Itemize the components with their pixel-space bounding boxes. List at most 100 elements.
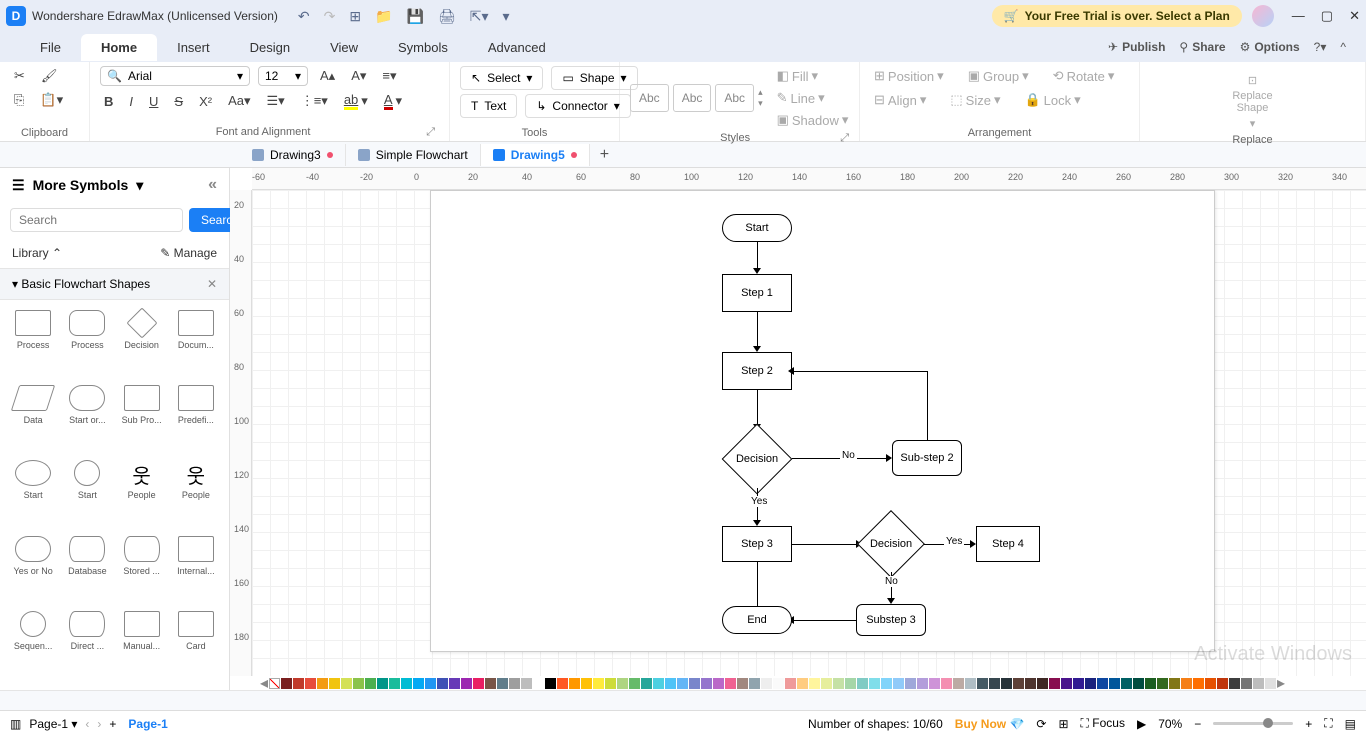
shape-step3[interactable]: Step 3 (722, 526, 792, 562)
category-toggle[interactable]: ▾ Basic Flowchart Shapes (12, 277, 150, 291)
color-swatch[interactable] (797, 678, 808, 689)
shape-stencil[interactable]: Sequen... (8, 611, 58, 680)
close-button[interactable]: ✕ (1349, 8, 1360, 24)
zoom-out[interactable]: − (1194, 717, 1201, 731)
zoom-slider[interactable] (1213, 722, 1293, 725)
connector[interactable] (757, 242, 758, 270)
color-swatch[interactable] (833, 678, 844, 689)
connector[interactable] (927, 371, 928, 440)
connector[interactable] (757, 390, 758, 428)
color-swatch[interactable] (617, 678, 628, 689)
menu-design[interactable]: Design (230, 34, 310, 61)
color-swatch[interactable] (1133, 678, 1144, 689)
shape-stencil[interactable]: Decision (117, 310, 167, 379)
position-button[interactable]: ⊞ Position▾ (870, 66, 948, 86)
color-swatch[interactable] (353, 678, 364, 689)
color-swatch[interactable] (701, 678, 712, 689)
share-button[interactable]: ⚲ Share (1179, 40, 1225, 54)
color-swatch[interactable] (1073, 678, 1084, 689)
focus-mode[interactable]: ⛶ Focus (1081, 716, 1125, 731)
shape-stencil[interactable]: Manual... (117, 611, 167, 680)
color-swatch[interactable] (1181, 678, 1192, 689)
connector[interactable] (792, 620, 856, 621)
format-painter[interactable]: 🖌 (37, 66, 62, 86)
color-swatch[interactable] (1169, 678, 1180, 689)
size-button[interactable]: ⬚ Size▾ (946, 90, 1004, 110)
color-swatch[interactable] (1217, 678, 1228, 689)
color-swatch[interactable] (929, 678, 940, 689)
color-swatch[interactable] (1121, 678, 1132, 689)
color-swatch[interactable] (401, 678, 412, 689)
color-swatch[interactable] (641, 678, 652, 689)
color-swatch[interactable] (989, 678, 1000, 689)
style-preset-1[interactable]: Abc (630, 84, 669, 112)
shape-stencil[interactable]: Predefi... (171, 385, 221, 454)
font-family-select[interactable]: 🔍 Arial▾ (100, 66, 250, 86)
color-swatch[interactable] (425, 678, 436, 689)
style-preset-2[interactable]: Abc (673, 84, 712, 112)
color-swatch[interactable] (1013, 678, 1024, 689)
symbol-search-input[interactable] (10, 208, 183, 232)
case-button[interactable]: Aa▾ (224, 91, 254, 111)
font-dialog-launcher[interactable]: ⤢ (426, 126, 435, 139)
color-swatch[interactable] (305, 678, 316, 689)
color-swatch[interactable] (677, 678, 688, 689)
color-swatch[interactable] (965, 678, 976, 689)
next-page[interactable]: › (97, 717, 101, 731)
shape-stencil[interactable]: Yes or No (8, 536, 58, 605)
help-button[interactable]: ?▾ (1314, 40, 1327, 54)
color-swatch[interactable] (1097, 678, 1108, 689)
color-swatch[interactable] (377, 678, 388, 689)
color-swatch[interactable] (977, 678, 988, 689)
style-down[interactable]: ▾ (758, 98, 763, 109)
no-color-swatch[interactable] (269, 678, 280, 689)
add-page[interactable]: + (109, 717, 116, 731)
page-selector[interactable]: Page-1 ▾ (29, 717, 77, 731)
line-spacing[interactable]: ☰▾ (263, 91, 289, 111)
select-tool[interactable]: ↖ Select▾ (460, 66, 543, 90)
color-swatch[interactable] (917, 678, 928, 689)
color-swatch[interactable] (521, 678, 532, 689)
highlight-button[interactable]: ab▾ (340, 90, 372, 112)
color-swatch[interactable] (317, 678, 328, 689)
color-swatch[interactable] (761, 678, 772, 689)
minimize-button[interactable]: — (1292, 8, 1305, 24)
grow-font[interactable]: A▴ (316, 66, 339, 86)
color-swatch[interactable] (1253, 678, 1264, 689)
color-swatch[interactable] (341, 678, 352, 689)
fill-button[interactable]: ◧ Fill▾ (773, 66, 853, 86)
font-color-button[interactable]: A▾ (380, 90, 406, 112)
color-swatch[interactable] (1157, 678, 1168, 689)
color-swatch[interactable] (461, 678, 472, 689)
color-swatch[interactable] (329, 678, 340, 689)
shape-stencil[interactable]: Database (62, 536, 112, 605)
rotate-button[interactable]: ⟲ Rotate▾ (1049, 66, 1119, 86)
qat-more[interactable]: ▾ (503, 8, 510, 25)
color-swatch[interactable] (485, 678, 496, 689)
shape-step4[interactable]: Step 4 (976, 526, 1040, 562)
collapse-panel[interactable]: « (208, 176, 217, 194)
redo-button[interactable]: ↷ (324, 8, 336, 25)
menu-view[interactable]: View (310, 34, 378, 61)
shape-stencil[interactable]: Process (8, 310, 58, 379)
color-swatch[interactable] (713, 678, 724, 689)
shape-stencil[interactable]: Card (171, 611, 221, 680)
color-swatch[interactable] (845, 678, 856, 689)
undo-button[interactable]: ↶ (298, 8, 310, 25)
connector[interactable] (792, 371, 927, 372)
color-swatch[interactable] (749, 678, 760, 689)
color-swatch[interactable] (497, 678, 508, 689)
more-symbols[interactable]: More Symbols (33, 177, 129, 193)
color-swatch[interactable] (473, 678, 484, 689)
color-swatch[interactable] (809, 678, 820, 689)
color-swatch[interactable] (1265, 678, 1276, 689)
connector[interactable] (792, 544, 858, 545)
shape-stencil[interactable]: Stored ... (117, 536, 167, 605)
color-swatch[interactable] (953, 678, 964, 689)
color-swatch[interactable] (413, 678, 424, 689)
text-tool[interactable]: T Text (460, 94, 517, 118)
manage-library[interactable]: ✎ Manage (160, 246, 217, 260)
add-tab-button[interactable]: + (590, 146, 619, 164)
panels-toggle[interactable]: ▤ (1345, 717, 1356, 731)
color-swatch[interactable] (1085, 678, 1096, 689)
